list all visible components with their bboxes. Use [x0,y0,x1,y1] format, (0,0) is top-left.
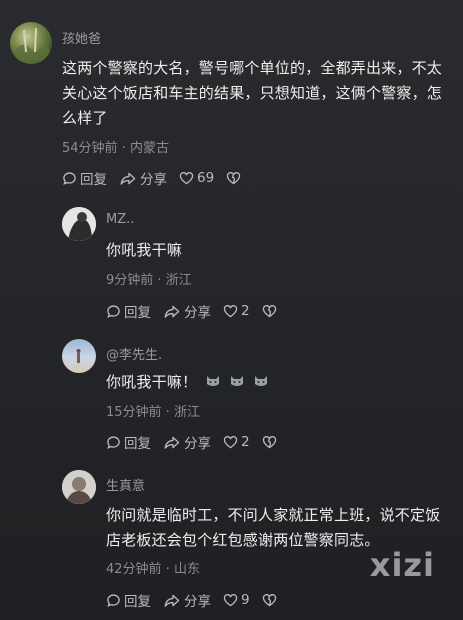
heart-icon [223,436,238,449]
comment-actions: 回复 分享 9 [106,590,292,610]
comment-time-location: 42分钟前 · 山东 [106,562,200,577]
like-button[interactable]: 2 [223,434,250,450]
share-label: 分享 [184,436,211,452]
reply-label: 回复 [124,436,151,452]
cat-emoji-icon [229,371,245,386]
heart-icon [223,594,238,607]
user-avatar[interactable] [62,470,96,504]
reply-label: 回复 [124,305,151,321]
comment-actions: 回复 分享 2 [106,432,292,452]
like-button[interactable]: 2 [223,303,250,319]
reply-button[interactable]: 回复 [62,168,107,188]
like-count: 2 [241,434,250,450]
share-label: 分享 [184,594,211,610]
broken-heart-icon [262,594,276,607]
cat-emoji-icon [253,371,269,386]
dislike-button[interactable] [262,304,280,318]
like-count: 9 [241,592,250,608]
reply-button[interactable]: 回复 [106,590,151,610]
reply-icon [107,435,120,449]
share-button[interactable]: 分享 [163,590,211,610]
comment-actions: 回复 分享 2 [106,301,292,321]
reply-icon [107,304,120,318]
user-avatar[interactable] [10,22,52,64]
comment-time-location: 54分钟前 · 内蒙古 [62,141,169,156]
comment-text: 你吼我干嘛！ [106,370,269,395]
comment-text: 你吼我干嘛 [106,241,183,259]
username[interactable]: 生真意 [106,475,145,494]
like-count: 2 [241,303,250,319]
reply-button[interactable]: 回复 [106,432,151,452]
share-icon [164,436,180,449]
like-button[interactable]: 9 [223,592,250,608]
share-icon [120,172,136,185]
share-button[interactable]: 分享 [163,301,211,321]
username[interactable]: MZ.. [106,212,134,227]
share-label: 分享 [184,305,211,321]
dislike-button[interactable] [262,435,280,449]
reply-icon [107,593,120,607]
heart-icon [179,172,194,185]
comment-text: 这两个警察的大名，警号哪个单位的，全都弄出来，不太关心这个饭店和车主的结果，只想… [62,59,443,127]
dislike-button[interactable] [262,593,280,607]
share-button[interactable]: 分享 [163,432,211,452]
user-avatar[interactable] [62,339,96,373]
username[interactable]: @李先生. [106,344,162,363]
share-label: 分享 [140,172,167,188]
like-count: 69 [197,170,215,186]
heart-icon [223,305,238,318]
dislike-button[interactable] [226,171,244,185]
broken-heart-icon [262,436,276,449]
watermark: xizi [369,546,435,584]
user-avatar[interactable] [62,207,96,241]
reply-label: 回复 [124,594,151,610]
share-button[interactable]: 分享 [119,168,167,188]
username[interactable]: 孩她爸 [62,28,101,47]
comment-time-location: 15分钟前 · 浙江 [106,405,200,420]
share-icon [164,305,180,318]
like-button[interactable]: 69 [179,170,214,186]
comment-actions: 回复 分享 69 [62,168,256,188]
comment-text-content: 你吼我干嘛！ [106,373,198,391]
cat-emoji-icon [205,371,221,386]
reply-label: 回复 [80,172,107,188]
reply-button[interactable]: 回复 [106,301,151,321]
reply-icon [63,171,76,185]
comment-time-location: 9分钟前 · 浙江 [106,273,192,288]
broken-heart-icon [262,305,276,318]
broken-heart-icon [226,172,241,185]
share-icon [164,594,180,607]
